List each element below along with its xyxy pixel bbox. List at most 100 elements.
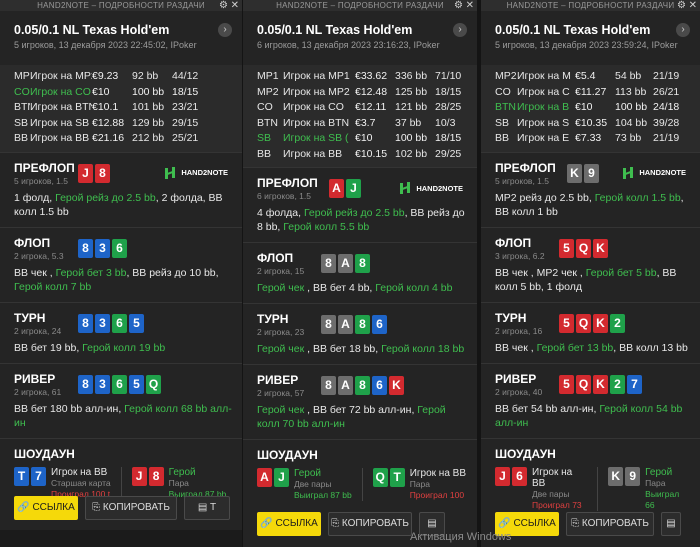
player-position: MP2 [14,70,30,82]
chevron-right-icon[interactable]: › [676,23,690,37]
player-row-hero[interactable]: SB Игрок на SB (€10 100 bb 18/15 [257,131,469,147]
gear-icon[interactable]: ⚙ [219,0,228,11]
street-info: 2 игрока, 23 [257,327,305,337]
player-stack: €3.7 [355,116,376,129]
close-icon[interactable]: ✕ [689,0,697,11]
player-row[interactable]: CO Игрок на С €11.27 113 bb 26/21 [495,85,692,101]
player-stack: €10.1 [92,101,119,113]
close-icon[interactable]: ✕ [466,0,474,11]
hero-action: Герой колл 4 bb [375,282,453,294]
showdown-player: T7 Игрок на BB Старшая карта Проиграл 100 … [14,466,111,500]
street-info: 2 игрока, 5.3 [14,250,64,261]
chevron-right-icon[interactable]: › [453,23,467,37]
street-info: 2 игрока, 61 [14,386,62,397]
player-stats: 18/15 [172,85,199,98]
players-table: MP1 Игрок на MP1 €33.62 336 bb 71/10 MP2 Игро… [243,65,477,167]
text-button[interactable]: ▤ T [184,496,230,520]
street-title: РИВЕР [495,371,537,386]
player-stack: €10 [92,85,110,98]
player-name: Игрок на SB ( [283,132,349,144]
action-text: BB чек , [495,341,537,354]
player-stats: 29/15 [172,116,199,129]
card: 5 [559,238,574,258]
title-bar[interactable]: HAND2NOTE – ПОДРОБНОСТИ РАЗДАЧИ ⚙ ✕ [0,0,242,11]
player-position: MP2 [257,85,279,98]
gear-icon[interactable]: ⚙ [454,0,463,11]
player-row[interactable]: MP2 Игрок на M €5.4 54 bb 21/19 [495,69,692,85]
action-text: 4 фолда, [257,207,304,219]
player-row[interactable]: BB Игрок на BB €21.16 212 bb 25/21 [14,131,234,147]
hero-cards: K 9 [567,163,599,183]
player-row[interactable]: BB Игрок на BB €10.15 102 bb 29/25 [257,147,469,163]
player-name: Игрок на Е [517,132,570,144]
gear-icon[interactable]: ⚙ [677,0,686,11]
player-row[interactable]: SB Игрок на S €10.35 104 bb 39/28 [495,116,692,132]
player-stack-bb: 125 bb [395,85,428,98]
street-info: 5 игроков, 1.5 [495,175,549,186]
player-row[interactable]: CO Игрок на CO €12.11 121 bb 28/25 [257,100,469,116]
player-row[interactable]: MP2 Игрок на MP2 €12.48 125 bb 18/15 [257,85,469,101]
player-row-hero[interactable]: BTN Игрок на B €10 100 bb 24/18 [495,100,692,116]
text-icon[interactable]: ▤ [661,512,681,536]
showdown-result: Выиграл 87 bb [294,490,352,500]
street-info: 2 игрока, 40 [495,386,543,397]
link-label: ССЫЛКА [32,502,75,513]
street-actions: BB бет 19 bb, Герой колл 19 bb [14,341,232,355]
link-label: ССЫЛКА [513,518,556,529]
board-cards: 5 Q K [559,238,608,258]
footer-buttons: 🔗 ССЫЛКА ⎘ КОПИРОВАТЬ ▤ [495,512,690,536]
player-row-hero[interactable]: COИгрок на CO (П€10 100 bb 18/15 [14,85,234,101]
player-name: Игрок на SB [30,116,90,129]
card: 5 [559,374,574,394]
copy-button[interactable]: ⎘ КОПИРОВАТЬ [85,496,177,520]
copy-button[interactable]: ⎘ КОПИРОВАТЬ [328,512,412,536]
board-cards: 8 3 6 5 [78,313,144,333]
preflop-section: ПРЕФЛОП 5 игроков, 1.5 J 8 HAND2NOTE 1 фо… [0,151,242,227]
title-bar[interactable]: HAND2NOTE – ПОДРОБНОСТИ РАЗДАЧИ ⚙ ✕ [481,0,700,11]
player-row[interactable]: MP1 Игрок на MP1 €33.62 336 bb 71/10 [257,69,469,85]
card: 6 [112,374,127,394]
close-icon[interactable]: ✕ [231,0,239,11]
player-row[interactable]: BTNИгрок на BTN€10.1 101 bb 23/21 [14,100,234,116]
hero-action: Герой рейз до 2.5 bb [55,191,156,204]
footer-buttons: 🔗 ССЫЛКА ⎘ КОПИРОВАТЬ ▤ T [14,496,232,520]
player-name: Игрок на B [517,101,570,113]
street-title: ФЛОП [14,235,51,250]
card: 3 [95,313,110,333]
showdown-player: QT Игрок на BB Пара Проиграл 100 [372,468,466,501]
card: 8 [355,254,370,273]
showdown-result: Проиграл 73 [532,499,582,510]
title-bar[interactable]: HAND2NOTE – ПОДРОБНОСТИ РАЗДАЧИ ⚙ ✕ [243,0,477,11]
player-name: Игрок на BB [283,147,343,160]
player-name: Игрок на CO (П [30,85,92,98]
link-button[interactable]: 🔗 ССЫЛКА [14,496,78,520]
hero-action: Герой чек [257,343,305,355]
card: 8 [78,313,93,333]
chevron-right-icon[interactable]: › [218,23,232,37]
player-stack-bb: 37 bb [395,116,422,129]
showdown-player: J8 Герой Пара Выиграл 87 bb [131,466,226,500]
player-row[interactable]: MP2Игрок на MP2€9.23 92 bb 44/12 [14,69,234,85]
player-stats: 26/21 [653,85,680,98]
player-row[interactable]: SB Игрок на SB €12.88 129 bb 29/15 [14,116,234,132]
player-name: Игрок на BTN [30,101,92,113]
hand2note-logo: HAND2NOTE [165,166,228,179]
copy-button[interactable]: ⎘ КОПИРОВАТЬ [566,512,654,536]
street-title: ПРЕФЛОП [14,160,75,175]
board-cards: 8 A 8 6 [321,315,387,334]
card: A [257,468,272,487]
player-row[interactable]: BB Игрок на Е €7.33 73 bb 21/19 [495,131,692,147]
link-button[interactable]: 🔗 ССЫЛКА [257,512,321,536]
street-actions: BB чек , Герой бет 3 bb, BB рейз до 10 b… [14,266,232,294]
street-info: 3 игрока, 6.2 [495,250,545,261]
card: 2 [610,313,625,333]
card: 8 [95,163,110,183]
player-stack: €5.4 [575,70,596,82]
card: 8 [355,315,370,334]
card: Q [372,468,388,487]
showdown-section: ШОУДАУН J6 Игрок на BB Две пары Проиграл 7… [481,437,700,519]
showdown-name: Герой [645,466,673,478]
player-row[interactable]: BTN Игрок на BTN €3.7 37 bb 10/3 [257,116,469,132]
hero-action: Герой бет 5 bb [585,266,657,279]
player-stack-bb: 121 bb [395,101,428,113]
